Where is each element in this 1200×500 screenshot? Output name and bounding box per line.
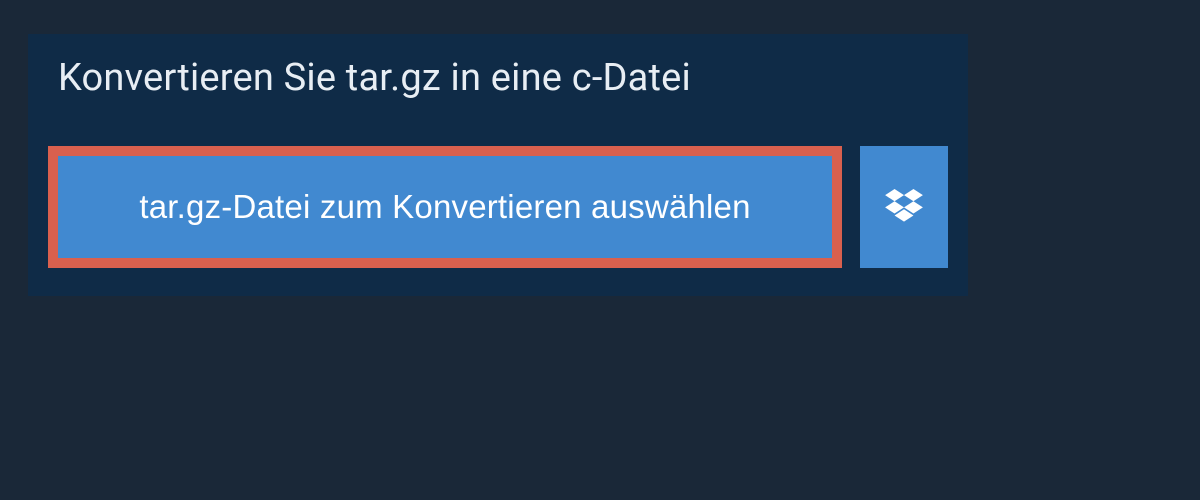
select-file-button[interactable]: tar.gz-Datei zum Konvertieren auswählen: [48, 146, 842, 268]
dropbox-button[interactable]: [860, 146, 948, 268]
select-file-label: tar.gz-Datei zum Konvertieren auswählen: [139, 188, 750, 226]
page-title: Konvertieren Sie tar.gz in eine c-Datei: [58, 56, 758, 100]
dropbox-icon: [885, 189, 923, 226]
card-body: tar.gz-Datei zum Konvertieren auswählen: [28, 126, 968, 296]
card-header: Konvertieren Sie tar.gz in eine c-Datei: [28, 34, 788, 126]
converter-card: Konvertieren Sie tar.gz in eine c-Datei …: [28, 34, 968, 296]
